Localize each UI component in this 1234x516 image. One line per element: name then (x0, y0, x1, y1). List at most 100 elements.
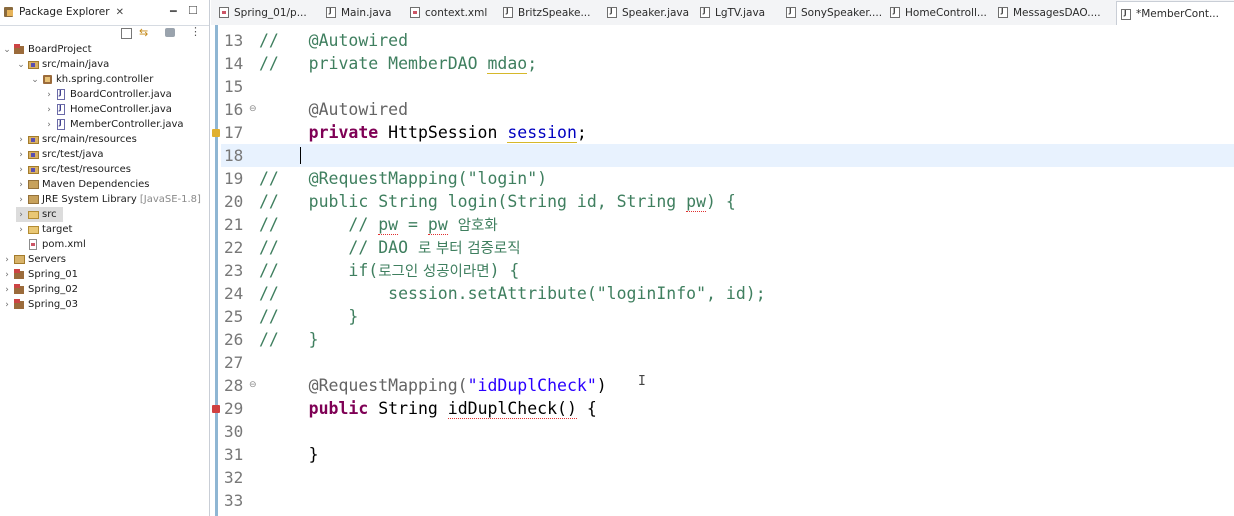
java-file-icon (326, 7, 336, 18)
editor-tab[interactable]: HomeControll... (890, 2, 995, 23)
view-menu-icon[interactable]: ⋮ (190, 25, 202, 38)
editor-tab[interactable]: context.xml (410, 2, 498, 23)
link-with-editor-icon[interactable]: ⇆ (139, 26, 151, 39)
package-icon (42, 74, 53, 85)
java-file-icon (56, 89, 67, 100)
tree-item-src-main-java[interactable]: ⌄ src/main/java (16, 57, 109, 72)
editor-tab[interactable]: BritzSpeake... (503, 2, 603, 23)
editor-tab-active[interactable]: *MemberCont... (1116, 1, 1234, 26)
tree-item-spring-02[interactable]: › Spring_02 (2, 282, 78, 297)
chevron-right-icon[interactable]: › (16, 135, 26, 145)
tree-item-src-main-resources[interactable]: › src/main/resources (16, 132, 137, 147)
line-number: 16 (224, 100, 244, 119)
chevron-down-icon[interactable]: ⌄ (2, 45, 12, 55)
code-line: // if(로그인 성공이라면) { (259, 259, 519, 284)
tree-item-src[interactable]: › src (16, 207, 63, 222)
code-token: { (576, 399, 597, 418)
package-explorer-tab[interactable]: Package Explorer ✕ (3, 2, 124, 22)
editor-tab-label: Spring_01/p... (234, 6, 307, 19)
tree-item-src-test-resources[interactable]: › src/test/resources (16, 162, 131, 177)
tree-item-pom[interactable]: pom.xml (16, 237, 86, 252)
fold-toggle-icon[interactable]: ⊖ (249, 374, 257, 397)
tree-item-label: target (42, 224, 73, 235)
tree-item-label: kh.spring.controller (56, 74, 154, 85)
chevron-down-icon[interactable]: ⌄ (30, 75, 40, 85)
editor-tab[interactable]: MessagesDAO.... (998, 2, 1108, 23)
code-line: // public String login(String id, String… (259, 190, 736, 213)
chevron-right-icon[interactable]: › (16, 180, 26, 190)
line-number: 22 (224, 238, 244, 257)
chevron-right-icon[interactable]: › (16, 150, 26, 160)
tree-item-target[interactable]: › target (16, 222, 72, 237)
tree-item-package[interactable]: ⌄ kh.spring.controller (30, 72, 153, 87)
code-line: // } (259, 305, 358, 328)
chevron-right-icon[interactable]: › (2, 255, 12, 265)
editor-tabbar: Spring_01/p... Main.java context.xml Bri… (211, 0, 1234, 26)
tree-item-boardproject[interactable]: ⌄ BoardProject (2, 42, 92, 57)
code-token: idDuplCheck() (447, 399, 577, 419)
editor-tab[interactable]: Main.java (326, 2, 406, 23)
code-token: // } (259, 330, 319, 349)
chevron-right-icon[interactable]: › (44, 90, 54, 100)
folder-icon (28, 209, 39, 220)
line-number: 31 (224, 445, 244, 464)
editor-tab[interactable]: SonySpeaker.... (786, 2, 884, 23)
tree-item-homecontroller[interactable]: › HomeController.java (44, 102, 172, 117)
chevron-right-icon[interactable]: › (44, 120, 54, 130)
code-editor[interactable]: 13 // @Autowired 14 // private MemberDAO md… (211, 25, 1234, 516)
close-icon[interactable]: ✕ (116, 7, 124, 18)
tree-item-label: src (42, 209, 57, 220)
package-explorer-icon (3, 6, 15, 18)
chevron-right-icon[interactable]: › (2, 285, 12, 295)
editor-tab[interactable]: LgTV.java (700, 2, 780, 23)
code-line: @Autowired (259, 98, 408, 121)
chevron-right-icon[interactable]: › (16, 195, 26, 205)
collapse-all-icon[interactable] (121, 28, 132, 39)
editor-tab-label: context.xml (425, 6, 488, 19)
source-folder-icon (28, 134, 39, 145)
chevron-right-icon[interactable]: › (2, 270, 12, 280)
code-token: String (368, 399, 448, 418)
xml-file-icon (410, 7, 420, 18)
tree-item-spring-03[interactable]: › Spring_03 (2, 297, 78, 312)
code-line: // // pw = pw 암호화 (259, 213, 498, 238)
chevron-right-icon[interactable]: › (44, 105, 54, 115)
error-marker-icon[interactable] (212, 405, 220, 413)
tree-item-boardcontroller[interactable]: › BoardController.java (44, 87, 172, 102)
fold-toggle-icon[interactable]: ⊖ (249, 98, 257, 121)
line-number: 29 (224, 399, 244, 418)
focus-icon[interactable] (165, 28, 175, 37)
tree-item-membercontroller[interactable]: › MemberController.java (44, 117, 184, 132)
tree-item-label: src/main/java (42, 59, 110, 70)
java-file-icon (607, 7, 617, 18)
chevron-right-icon[interactable]: › (16, 165, 26, 175)
code-token: public (308, 399, 369, 418)
warning-marker-icon[interactable] (212, 129, 220, 137)
tree-item-label: Spring_01 (28, 269, 78, 280)
source-folder-icon (28, 149, 39, 160)
code-token: // private MemberDAO (259, 54, 488, 73)
tree-item-jre-library[interactable]: › JRE System Library [JavaSE-1.8] (16, 192, 201, 207)
code-token: // @Autowired (259, 31, 409, 50)
line-number: 17 (224, 123, 244, 142)
editor-tab-label: Main.java (341, 6, 392, 19)
editor-tab-label: BritzSpeake... (518, 6, 591, 19)
tree-item-src-test-java[interactable]: › src/test/java (16, 147, 103, 162)
maximize-icon[interactable]: ☐ (188, 4, 198, 17)
chevron-right-icon[interactable]: › (16, 210, 26, 220)
line-number: 32 (224, 468, 244, 487)
editor-tab[interactable]: Spring_01/p... (219, 2, 321, 23)
minimize-icon[interactable]: ━ (170, 5, 177, 18)
chevron-down-icon[interactable]: ⌄ (16, 60, 26, 70)
tree-item-label: MemberController.java (70, 119, 184, 130)
editor-tab[interactable]: Speaker.java (607, 2, 695, 23)
code-line: @RequestMapping("idDuplCheck") (259, 374, 607, 397)
chevron-right-icon[interactable]: › (2, 300, 12, 310)
tree-item-servers[interactable]: › Servers (2, 252, 66, 267)
tree-item-spring-01[interactable]: › Spring_01 (2, 267, 78, 282)
tree-item-maven-dependencies[interactable]: › Maven Dependencies (16, 177, 149, 192)
server-folder-icon (14, 254, 25, 265)
code-token: private (308, 123, 379, 142)
chevron-right-icon[interactable]: › (16, 225, 26, 235)
project-icon (14, 269, 25, 280)
